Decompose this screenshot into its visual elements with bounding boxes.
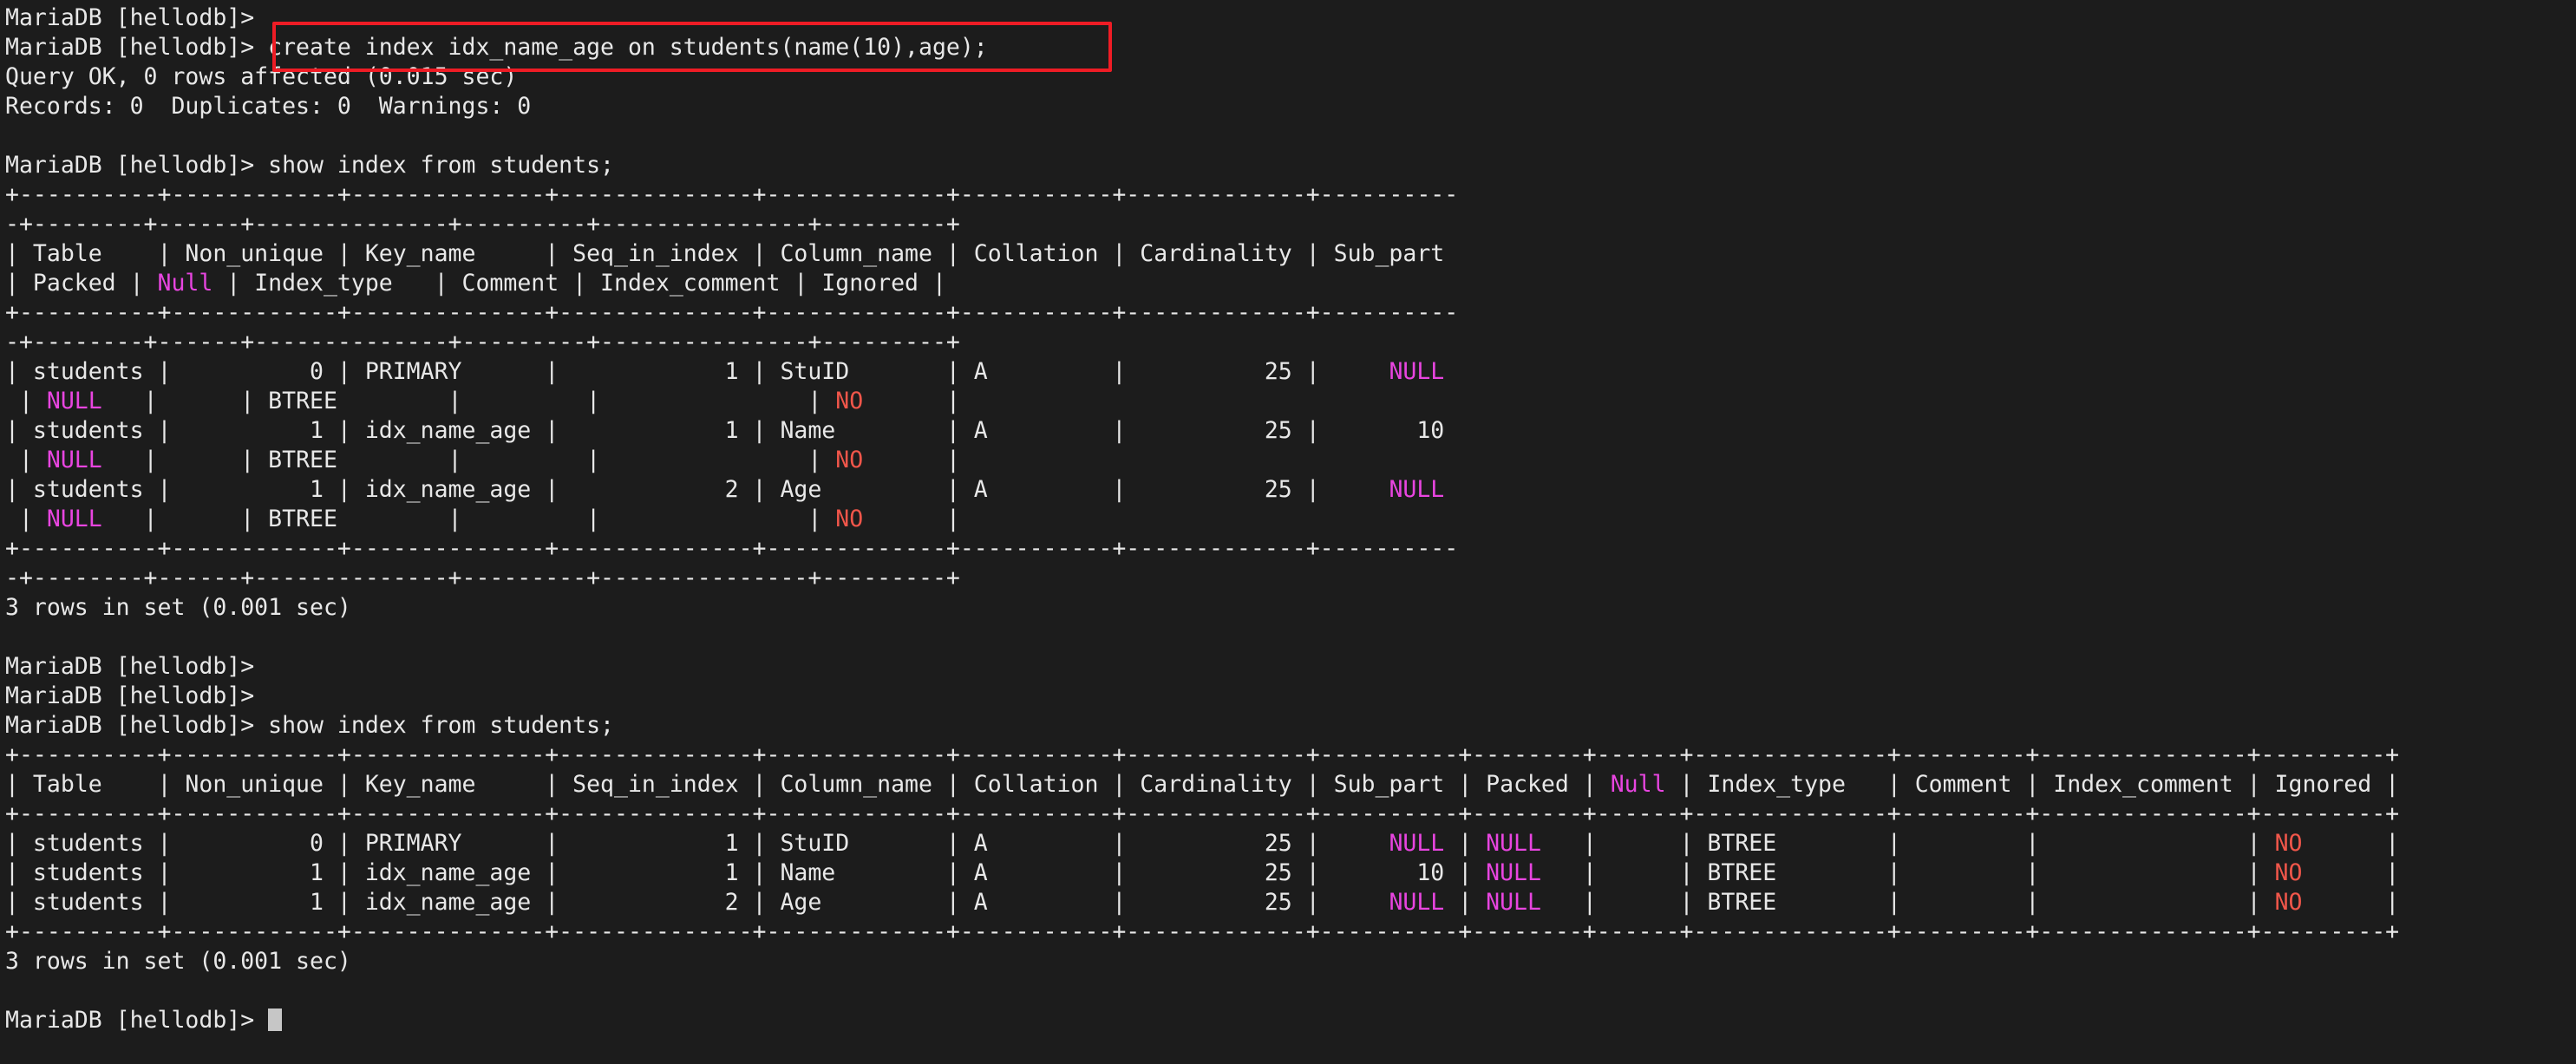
- cell-no: NO: [835, 388, 863, 415]
- command-line-show-index-1: MariaDB [hellodb]> show index from stude…: [5, 151, 2576, 180]
- cell-no: NO: [2275, 859, 2303, 886]
- table-row: | students | 1 | idx_name_age | 2 | Age …: [5, 888, 2576, 917]
- cell-null: NULL: [1486, 830, 1541, 857]
- output-rows-in-set: 3 rows in set (0.001 sec): [5, 593, 2576, 623]
- table-row: | students | 0 | PRIMARY | 1 | StuID | A…: [5, 357, 2576, 387]
- table-separator-wrapped: -+--------+------+--------------+-------…: [5, 328, 2576, 357]
- cell-no: NO: [2275, 830, 2303, 857]
- table2-separator-top: +----------+------------+--------------+…: [5, 741, 2576, 770]
- cell-null: NULL: [47, 506, 102, 532]
- blank-line: [5, 623, 2576, 652]
- command-line-show-index-2: MariaDB [hellodb]> show index from stude…: [5, 711, 2576, 741]
- output-records: Records: 0 Duplicates: 0 Warnings: 0: [5, 92, 2576, 121]
- table-separator-wrapped: -+--------+------+--------------+-------…: [5, 210, 2576, 239]
- table-separator-wrapped: -+--------+------+--------------+-------…: [5, 564, 2576, 593]
- cell-null: NULL: [47, 388, 102, 415]
- table-row-wrapped: | NULL | | BTREE | | | NO |: [5, 387, 2576, 416]
- blank-line: [5, 121, 2576, 151]
- cell-null: NULL: [47, 447, 102, 473]
- command-text: MariaDB [hellodb]> create index idx_name…: [5, 34, 988, 61]
- cell-no: NO: [835, 506, 863, 532]
- prompt-text: MariaDB [hellodb]>: [5, 4, 268, 31]
- table-row-wrapped: | NULL | | BTREE | | | NO |: [5, 505, 2576, 534]
- cell-no: NO: [835, 447, 863, 473]
- cell-null: NULL: [1486, 889, 1541, 916]
- cell-null: NULL: [1389, 358, 1444, 385]
- table2-separator-mid: +----------+------------+--------------+…: [5, 800, 2576, 829]
- table-separator: +----------+------------+--------------+…: [5, 534, 2576, 564]
- terminal-window[interactable]: MariaDB [hellodb]> MariaDB [hellodb]> cr…: [0, 0, 2576, 1064]
- table-row-wrapped: | NULL | | BTREE | | | NO |: [5, 446, 2576, 475]
- header-null-label: Null: [1611, 771, 1666, 798]
- table-header-row-wrapped: | Packed | Null | Index_type | Comment |…: [5, 269, 2576, 298]
- command-line-create-index: MariaDB [hellodb]> create index idx_name…: [5, 33, 2576, 62]
- table-header-row: | Table | Non_unique | Key_name | Seq_in…: [5, 239, 2576, 269]
- cell-no: NO: [2275, 889, 2303, 916]
- output-query-ok: Query OK, 0 rows affected (0.015 sec): [5, 62, 2576, 92]
- cell-null: NULL: [1486, 859, 1541, 886]
- table-separator: +----------+------------+--------------+…: [5, 298, 2576, 328]
- prompt-line: MariaDB [hellodb]>: [5, 652, 2576, 682]
- prompt-text: MariaDB [hellodb]>: [5, 1007, 268, 1034]
- table-row: | students | 1 | idx_name_age | 1 | Name…: [5, 858, 2576, 888]
- prompt-line: MariaDB [hellodb]>: [5, 3, 2576, 33]
- table-row: | students | 1 | idx_name_age | 1 | Name…: [5, 416, 2576, 446]
- active-prompt-line[interactable]: MariaDB [hellodb]>: [5, 1006, 2576, 1035]
- header-null-label: Null: [158, 270, 213, 297]
- table2-header-row: | Table | Non_unique | Key_name | Seq_in…: [5, 770, 2576, 800]
- text-cursor: [268, 1009, 282, 1031]
- table-row: | students | 1 | idx_name_age | 2 | Age …: [5, 475, 2576, 505]
- table-row: | students | 0 | PRIMARY | 1 | StuID | A…: [5, 829, 2576, 858]
- cell-null: NULL: [1389, 476, 1444, 503]
- cell-null: NULL: [1389, 889, 1444, 916]
- prompt-line: MariaDB [hellodb]>: [5, 682, 2576, 711]
- table-separator: +----------+------------+--------------+…: [5, 180, 2576, 210]
- cell-null: NULL: [1389, 830, 1444, 857]
- blank-line: [5, 976, 2576, 1006]
- output-rows-in-set: 3 rows in set (0.001 sec): [5, 947, 2576, 976]
- table2-separator-bottom: +----------+------------+--------------+…: [5, 917, 2576, 947]
